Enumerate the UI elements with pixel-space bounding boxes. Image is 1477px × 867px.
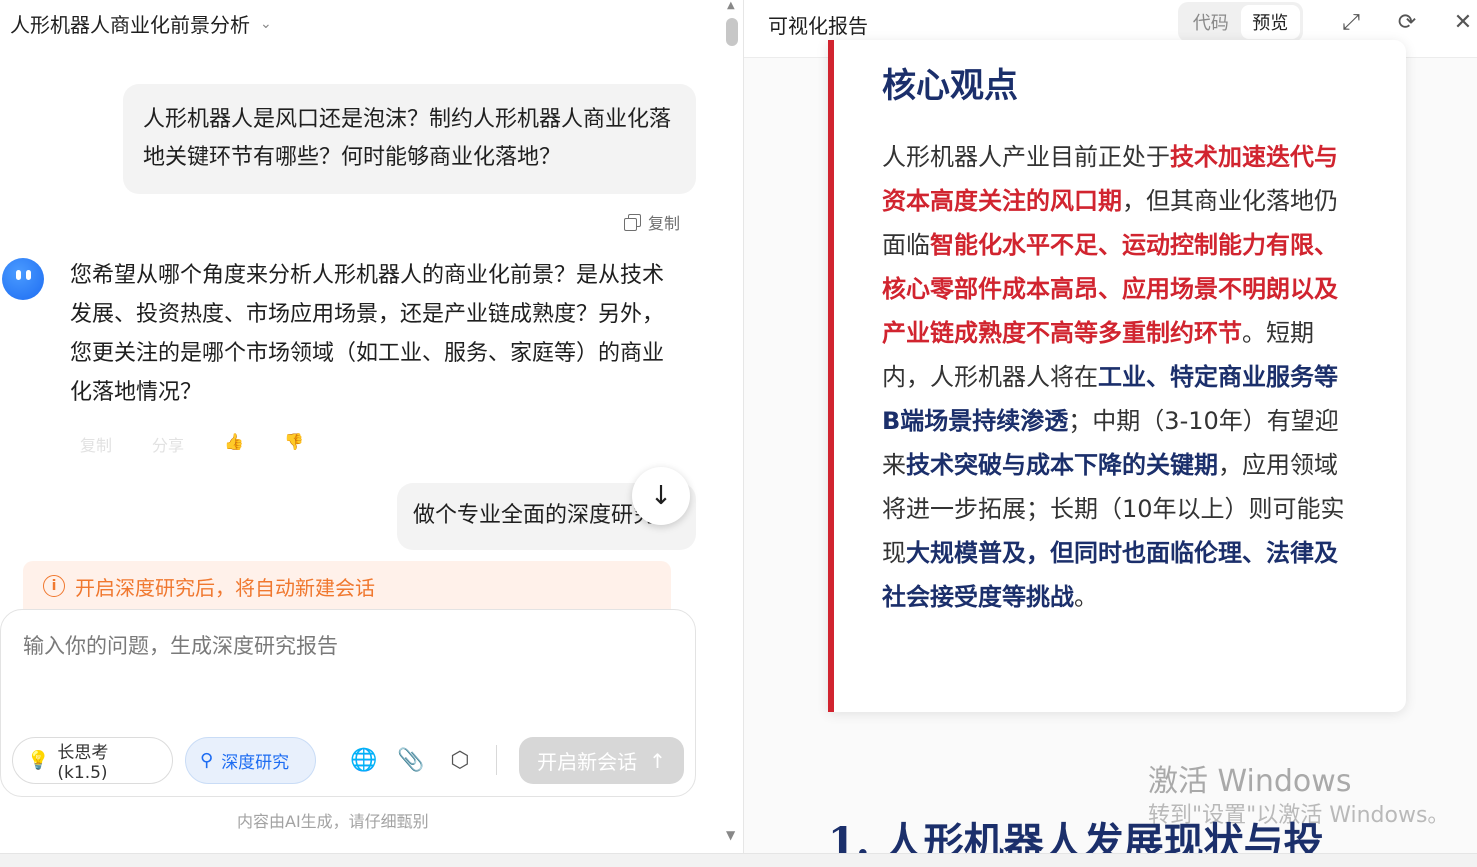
expand-icon[interactable]: ⤢ <box>1338 9 1364 35</box>
research-icon: ⚲ <box>200 750 214 771</box>
copy-button[interactable]: 复制 <box>624 210 680 234</box>
close-icon[interactable]: ✕ <box>1450 9 1476 35</box>
ghost-copy-button[interactable]: 复制 <box>80 432 112 456</box>
chat-panel: 人形机器人商业化前景分析 ⌄ ▲ ▼ 人形机器人是风口还是泡沫？制约人形机器人商… <box>0 0 744 867</box>
info-icon: i <box>43 575 65 597</box>
activation-watermark-title: 激活 Windows <box>1148 764 1352 799</box>
user-message-1: 人形机器人是风口还是泡沫？制约人形机器人商业化落地关键环节有哪些？何时能够商业化… <box>123 84 696 194</box>
assistant-message-1: 您希望从哪个角度来分析人形机器人的商业化前景？是从技术发展、投资热度、市场应用场… <box>70 263 665 405</box>
view-switch: 代码 预览 <box>1178 2 1303 42</box>
body-run: 。 <box>1074 583 1098 611</box>
ai-disclaimer: 内容由AI生成，请仔细甄别 <box>237 812 429 831</box>
section-heading: 1. 人形机器人发展现状与投 <box>828 819 1324 853</box>
report-panel: 可视化报告 代码 预览 ⤢ ⟳ ✕ 核心观点 人形机器人产业目前正处于技术加速迭… <box>744 0 1477 853</box>
arrow-up-icon: ↑ <box>649 748 666 773</box>
notice-text: 开启深度研究后，将自动新建会话 <box>75 575 375 600</box>
app-root: 人形机器人商业化前景分析 ⌄ ▲ ▼ 人形机器人是风口还是泡沫？制约人形机器人商… <box>0 0 1477 867</box>
refresh-icon[interactable]: ⟳ <box>1394 9 1420 35</box>
cube-icon[interactable]: ⬡ <box>447 747 473 773</box>
deep-research-label: 深度研究 <box>221 753 290 773</box>
avatar-eye-right <box>26 270 31 280</box>
paperclip-icon[interactable]: 📎 <box>397 747 424 773</box>
body-run: 人形机器人产业目前正处于 <box>882 143 1170 171</box>
tab-preview[interactable]: 预览 <box>1240 5 1300 39</box>
chevron-down-icon[interactable]: ⌄ <box>260 16 272 32</box>
copy-label: 复制 <box>648 214 681 233</box>
composer: 💡 长思考 (k1.5) ⚲ 深度研究 🌐 📎 ⬡ 开启新会话 ↑ <box>0 609 696 797</box>
conversation-title[interactable]: 人形机器人商业化前景分析 ⌄ <box>10 9 272 38</box>
scroll-thumb[interactable] <box>726 18 738 46</box>
assistant-actions: 复制 分享 👍 👎 <box>80 432 304 456</box>
avatar-eye-left <box>16 270 21 280</box>
tab-code[interactable]: 代码 <box>1181 5 1241 39</box>
bottom-strip <box>0 853 1477 867</box>
card-title: 核心观点 <box>882 66 1018 106</box>
report-title: 可视化报告 <box>768 14 868 38</box>
chat-scrollbar[interactable]: ▲ ▼ <box>724 0 740 850</box>
send-button-label: 开启新会话 <box>537 750 638 774</box>
assistant-avatar <box>2 258 44 300</box>
thumbs-up-icon[interactable]: 👍 <box>224 432 244 456</box>
ghost-share-button[interactable]: 分享 <box>152 432 184 456</box>
card-body: 人形机器人产业目前正处于技术加速迭代与资本高度关注的风口期，但其商业化落地仍面临… <box>882 135 1352 619</box>
conversation-title-text: 人形机器人商业化前景分析 <box>10 13 250 37</box>
arrow-down-icon: ↓ <box>650 481 672 511</box>
long-think-toggle[interactable]: 💡 长思考 (k1.5) <box>12 737 173 784</box>
globe-icon[interactable]: 🌐 <box>350 747 377 773</box>
core-view-card: 核心观点 人形机器人产业目前正处于技术加速迭代与资本高度关注的风口期，但其商业化… <box>828 40 1406 712</box>
toolbar-divider <box>496 745 497 775</box>
start-new-session-button[interactable]: 开启新会话 ↑ <box>519 737 684 784</box>
long-think-label: 长思考 (k1.5) <box>57 743 109 783</box>
deep-research-notice: i 开启深度研究后，将自动新建会话 <box>23 561 671 611</box>
deep-research-toggle[interactable]: ⚲ 深度研究 <box>185 737 316 784</box>
scroll-to-bottom-button[interactable]: ↓ <box>632 467 690 525</box>
body-run: 技术突破与成本下降的关键期 <box>906 451 1218 479</box>
thumbs-down-icon[interactable]: 👎 <box>284 432 304 456</box>
lightbulb-icon: 💡 <box>27 750 50 771</box>
scroll-down-arrow-icon[interactable]: ▼ <box>726 828 735 842</box>
prompt-input[interactable] <box>23 630 673 720</box>
copy-icon <box>624 214 641 231</box>
body-run: 大规模普及，但同时也面临伦理、法律及社会接受度等挑战 <box>882 539 1338 611</box>
scroll-up-arrow-icon[interactable]: ▲ <box>727 0 735 11</box>
